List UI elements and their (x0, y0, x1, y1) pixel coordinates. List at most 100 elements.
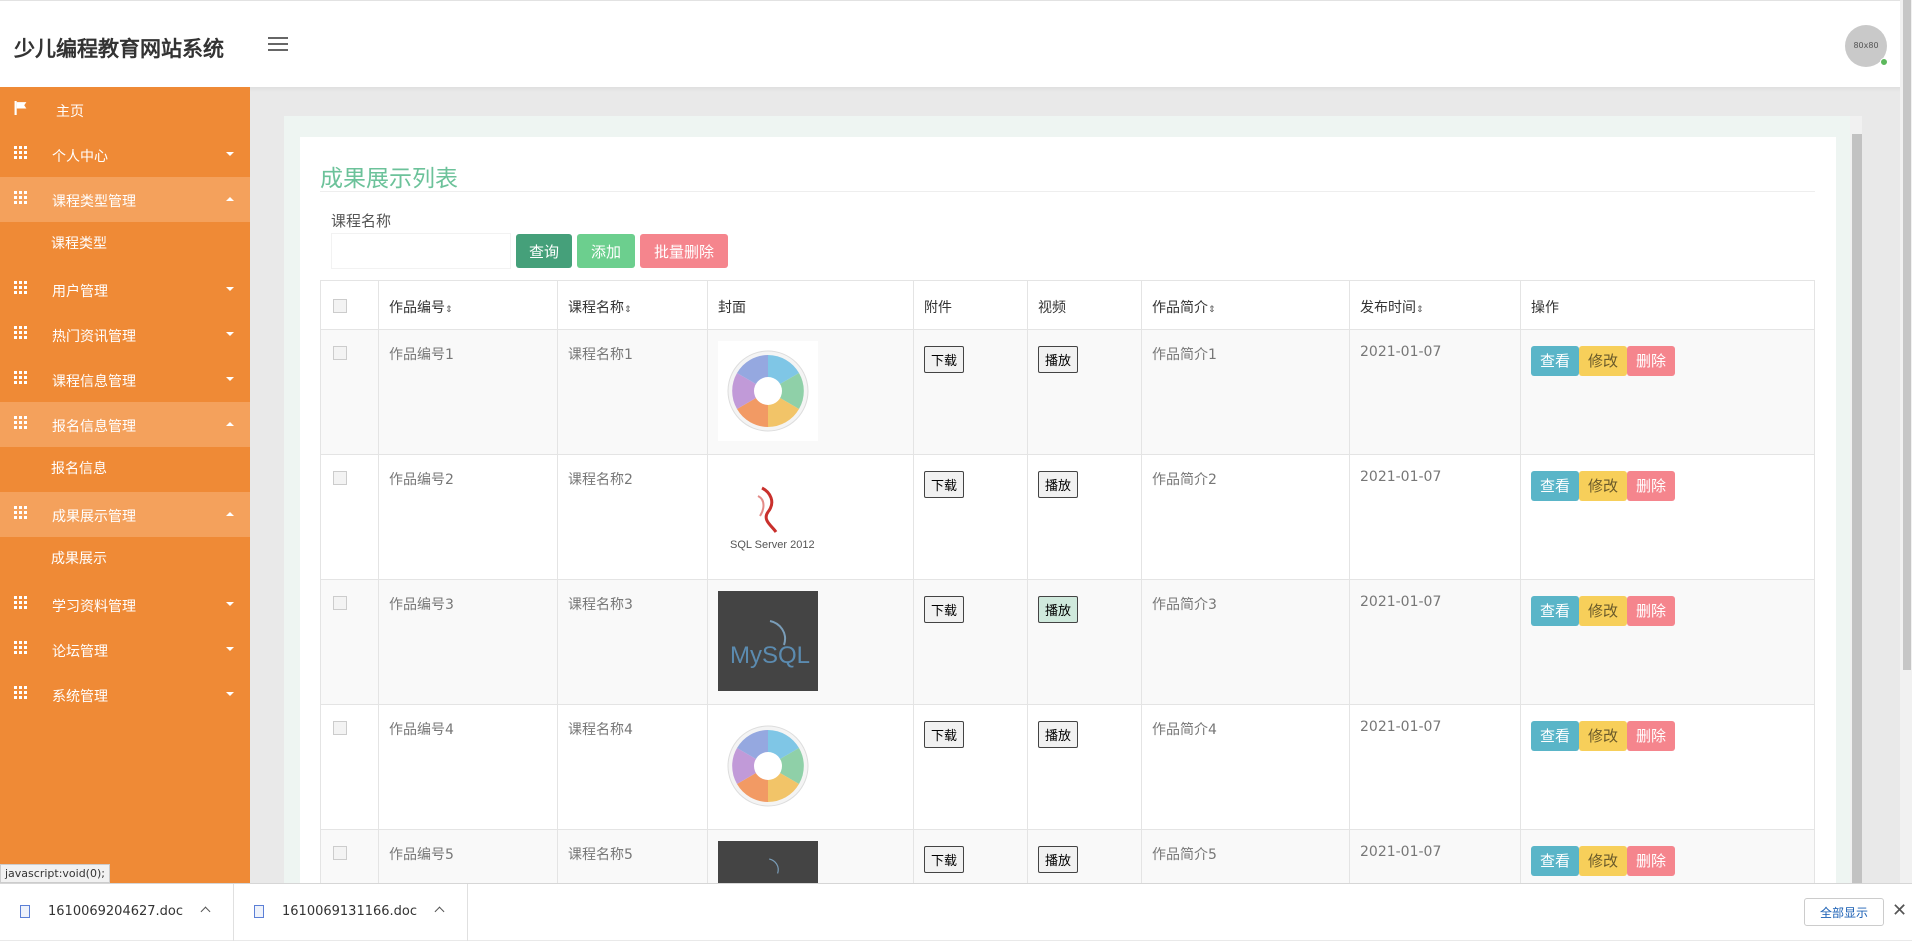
sidebar-item-label: 论坛管理 (52, 644, 108, 660)
edit-button[interactable]: 修改 (1579, 846, 1628, 876)
column-header-actions: 操作 (1520, 280, 1815, 330)
sidebar-item-system-management[interactable]: 系统管理 (0, 672, 250, 717)
cell-actions: 查看 修改 删除 (1520, 829, 1815, 883)
sidebar-item-course-info-management[interactable]: 课程信息管理 (0, 357, 250, 402)
cell-publish-time: 2021-01-07 (1349, 454, 1521, 580)
course-name-search-input[interactable] (331, 233, 511, 269)
add-button[interactable]: 添加 (577, 234, 635, 268)
row-checkbox[interactable] (333, 596, 347, 610)
view-button[interactable]: 查看 (1531, 596, 1580, 626)
flag-icon (14, 101, 27, 115)
edit-button[interactable]: 修改 (1579, 471, 1628, 501)
column-header-work-no[interactable]: 作品编号⇕ (378, 280, 558, 330)
cell-cover (707, 329, 914, 455)
sidebar-item-label: 热门资讯管理 (52, 329, 136, 345)
top-header: 少儿编程教育网站系统 80x80 (0, 0, 1912, 87)
row-checkbox[interactable] (333, 346, 347, 360)
play-button[interactable]: 播放 (1038, 596, 1079, 623)
query-button[interactable]: 查询 (516, 234, 572, 268)
cell-video: 播放 (1027, 579, 1142, 705)
grid-icon (14, 146, 28, 160)
sidebar-subitem-course-type[interactable]: 课程类型 (0, 222, 250, 267)
sidebar-item-user-management[interactable]: 用户管理 (0, 267, 250, 312)
table-header-row: 作品编号⇕ 课程名称⇕ 封面 附件 视频 作品简介⇕ 发布时间⇕ 操作 (320, 280, 1815, 330)
grid-icon (14, 191, 28, 205)
delete-button[interactable]: 删除 (1627, 846, 1676, 876)
download-button[interactable]: 下载 (924, 721, 965, 748)
cell-cover: MySQL (707, 579, 914, 705)
play-button[interactable]: 播放 (1038, 346, 1079, 373)
column-header-video: 视频 (1027, 280, 1142, 330)
column-header-intro[interactable]: 作品简介⇕ (1141, 280, 1350, 330)
page-scrollbar[interactable] (1900, 0, 1912, 883)
download-file-name: 1610069131166.doc (282, 904, 418, 919)
cell-intro: 作品简介2 (1141, 454, 1350, 580)
online-status-dot (1880, 58, 1888, 66)
play-button[interactable]: 播放 (1038, 846, 1079, 873)
cell-intro: 作品简介5 (1141, 829, 1350, 883)
sort-icon: ⇕ (445, 305, 453, 315)
sidebar-item-personal-center[interactable]: 个人中心 (0, 132, 250, 177)
cell-actions: 查看 修改 删除 (1520, 329, 1815, 455)
table-row: 作品编号1 课程名称1 下载 播放 作品简介1 2021-01-07 查看 修改… (320, 329, 1815, 455)
cell-work-no: 作品编号3 (378, 579, 558, 705)
download-button[interactable]: 下载 (924, 346, 965, 373)
edit-button[interactable]: 修改 (1579, 346, 1628, 376)
sidebar-item-course-type-management[interactable]: 课程类型管理 (0, 177, 250, 222)
sidebar-item-forum-management[interactable]: 论坛管理 (0, 627, 250, 672)
delete-button[interactable]: 删除 (1627, 346, 1676, 376)
view-button[interactable]: 查看 (1531, 346, 1580, 376)
grid-icon (14, 596, 28, 610)
content-scrollbar[interactable] (1850, 116, 1862, 883)
cell-intro: 作品简介3 (1141, 579, 1350, 705)
chevron-up-icon[interactable] (434, 906, 445, 917)
sidebar-item-hot-news-management[interactable]: 热门资讯管理 (0, 312, 250, 357)
cell-course-name: 课程名称3 (557, 579, 708, 705)
sidebar-item-study-materials-management[interactable]: 学习资料管理 (0, 582, 250, 627)
caret-up-icon (226, 197, 234, 201)
sidebar-subitem-achievement-display[interactable]: 成果展示 (0, 537, 250, 582)
edit-button[interactable]: 修改 (1579, 721, 1628, 751)
scrollbar-thumb[interactable] (1852, 134, 1862, 883)
view-button[interactable]: 查看 (1531, 721, 1580, 751)
chevron-up-icon[interactable] (200, 906, 211, 917)
sidebar-item-label: 系统管理 (52, 689, 108, 705)
batch-delete-button[interactable]: 批量删除 (640, 234, 728, 268)
cell-actions: 查看 修改 删除 (1520, 704, 1815, 830)
caret-down-icon (226, 692, 234, 696)
row-checkbox[interactable] (333, 471, 347, 485)
table-row: 作品编号2 课程名称2 SQL Server 2012 下载 播放 作品简介2 … (320, 454, 1815, 580)
row-checkbox[interactable] (333, 846, 347, 860)
delete-button[interactable]: 删除 (1627, 471, 1676, 501)
delete-button[interactable]: 删除 (1627, 596, 1676, 626)
download-button[interactable]: 下载 (924, 846, 965, 873)
sidebar-item-achievement-management[interactable]: 成果展示管理 (0, 492, 250, 537)
play-button[interactable]: 播放 (1038, 721, 1079, 748)
sidebar-item-home[interactable]: 主页 (0, 87, 250, 132)
sidebar-subitem-enrollment-info[interactable]: 报名信息 (0, 447, 250, 492)
scrollbar-thumb[interactable] (1903, 0, 1911, 670)
column-header-course-name[interactable]: 课程名称⇕ (557, 280, 708, 330)
row-checkbox[interactable] (333, 721, 347, 735)
edit-button[interactable]: 修改 (1579, 596, 1628, 626)
column-header-publish-time[interactable]: 发布时间⇕ (1349, 280, 1521, 330)
view-button[interactable]: 查看 (1531, 471, 1580, 501)
caret-down-icon (226, 152, 234, 156)
grid-icon (14, 416, 28, 430)
download-item[interactable]: 1610069204627.doc (0, 884, 234, 941)
view-button[interactable]: 查看 (1531, 846, 1580, 876)
caret-down-icon (226, 332, 234, 336)
close-icon[interactable]: ✕ (1892, 900, 1907, 921)
cell-publish-time: 2021-01-07 (1349, 704, 1521, 830)
show-all-downloads-button[interactable]: 全部显示 (1804, 898, 1884, 926)
play-button[interactable]: 播放 (1038, 471, 1079, 498)
download-button[interactable]: 下载 (924, 596, 965, 623)
download-button[interactable]: 下载 (924, 471, 965, 498)
sidebar-item-enrollment-management[interactable]: 报名信息管理 (0, 402, 250, 447)
delete-button[interactable]: 删除 (1627, 721, 1676, 751)
select-all-checkbox[interactable] (333, 299, 347, 313)
download-item[interactable]: 1610069131166.doc (234, 884, 468, 941)
caret-down-icon (226, 377, 234, 381)
menu-toggle-icon[interactable] (268, 37, 288, 53)
sql-server-cover-image: SQL Server 2012 (718, 466, 818, 566)
